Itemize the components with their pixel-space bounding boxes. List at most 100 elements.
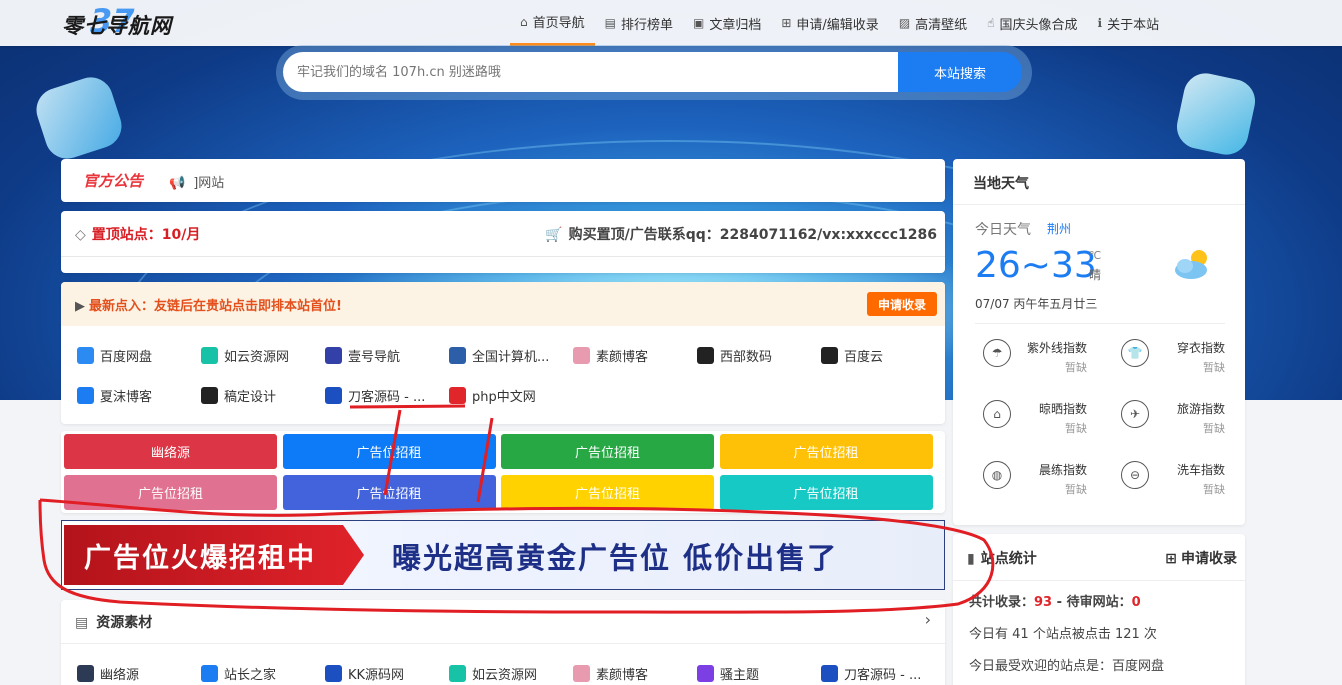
apply-button[interactable]: 申请收录 bbox=[866, 292, 937, 316]
home-icon: ⌂ bbox=[520, 14, 528, 29]
resource-link[interactable]: 骚主题 bbox=[697, 664, 759, 683]
stats-apply-link[interactable]: ⊞ 申请收录 bbox=[1165, 548, 1237, 568]
search-box: 本站搜索 bbox=[276, 45, 1032, 100]
ad-contact[interactable]: 🛒 购买置顶/广告联系qq：2284071162/vx:xxxccc1286 bbox=[545, 224, 937, 244]
resource-link[interactable]: 站长之家 bbox=[201, 664, 276, 683]
weather-index: ✈ 旅游指数 暂缺 bbox=[1113, 386, 1225, 440]
site-link[interactable]: 全国计算机... bbox=[449, 346, 549, 365]
notice-tag: 官方公告 bbox=[83, 172, 144, 190]
resource-link[interactable]: 刀客源码 - ... bbox=[821, 664, 921, 683]
tool-illustration bbox=[1172, 69, 1260, 159]
latest-hint-bar: ▶ 最新点入：友链后在贵站点击即排本站首位! 申请收录 bbox=[61, 282, 945, 326]
nav-item[interactable]: ▤ 排行榜单 bbox=[595, 0, 683, 46]
resource-link[interactable]: 素颜博客 bbox=[573, 664, 648, 683]
divider bbox=[61, 256, 945, 257]
folder-illustration bbox=[30, 71, 128, 165]
site-name: 西部数码 bbox=[720, 350, 773, 365]
popular-site[interactable]: 百度网盘 bbox=[1112, 659, 1164, 674]
latest-hint-text: 最新点入：友链后在贵站点击即排本站首位! bbox=[89, 299, 342, 314]
ad-slot[interactable]: 广告位招租 bbox=[282, 475, 496, 510]
nav-item[interactable]: ⊞ 申请/编辑收录 bbox=[771, 0, 888, 46]
nav-label: 文章归档 bbox=[709, 17, 762, 33]
top-sites-price: ◇ 置顶站点：10/月 bbox=[75, 224, 200, 244]
weather-condition: 晴 bbox=[1089, 268, 1102, 282]
notice-bar: 官方公告 📢]网站 bbox=[61, 159, 945, 202]
ad-slot[interactable]: 广告位招租 bbox=[501, 434, 714, 469]
ad-slot[interactable]: 幽络源 bbox=[64, 434, 277, 469]
site-name: 幽络源 bbox=[100, 668, 140, 683]
nav-label: 国庆头像合成 bbox=[999, 17, 1078, 33]
site-favicon-icon bbox=[449, 665, 466, 682]
weather-date: 07/07 丙午年五月廿三 bbox=[975, 297, 1098, 311]
index-name: 穿衣指数 bbox=[1176, 341, 1225, 355]
nav-item[interactable]: ▣ 文章归档 bbox=[683, 0, 771, 46]
resource-link[interactable]: 幽络源 bbox=[77, 664, 139, 683]
index-name: 紫外线指数 bbox=[1026, 341, 1087, 355]
weather-city[interactable]: 荆州 bbox=[1047, 220, 1071, 237]
sun-cloud-icon bbox=[1171, 245, 1215, 281]
index-value: 暂缺 bbox=[1203, 483, 1225, 496]
logo-text: 零七导航网 bbox=[62, 14, 172, 38]
nav-item[interactable]: ▨ 高清壁纸 bbox=[889, 0, 977, 46]
index-name: 洗车指数 bbox=[1176, 463, 1225, 477]
site-name: 稿定设计 bbox=[224, 390, 277, 405]
nav-item[interactable]: ☝ 国庆头像合成 bbox=[977, 0, 1087, 46]
resource-link[interactable]: 如云资源网 bbox=[449, 664, 537, 683]
ad-slot[interactable]: 广告位招租 bbox=[719, 434, 933, 469]
site-favicon-icon bbox=[821, 347, 838, 364]
site-link[interactable]: php中文网 bbox=[449, 386, 536, 405]
site-favicon-icon bbox=[449, 387, 466, 404]
ad-slot[interactable]: 广告位招租 bbox=[282, 434, 496, 469]
plus-square-icon: ⊞ bbox=[781, 16, 792, 30]
search-input[interactable] bbox=[283, 52, 907, 92]
resource-link[interactable]: KK源码网 bbox=[325, 664, 404, 683]
index-value: 暂缺 bbox=[1203, 361, 1225, 374]
weather-today-label: 今日天气 bbox=[975, 222, 1031, 238]
site-link[interactable]: 刀客源码 - ... bbox=[325, 386, 425, 405]
site-name: 夏沫博客 bbox=[100, 390, 153, 405]
index-value: 暂缺 bbox=[1203, 422, 1225, 435]
site-link[interactable]: 稿定设计 bbox=[201, 386, 276, 405]
site-name: KK源码网 bbox=[348, 668, 405, 683]
ad-slot[interactable]: 广告位招租 bbox=[719, 475, 933, 510]
ad-slot[interactable]: 广告位招租 bbox=[64, 475, 277, 510]
pending-count: 0 bbox=[1131, 595, 1141, 610]
separator: - bbox=[1052, 595, 1067, 610]
top-sites-label: 置顶站点：10/月 bbox=[91, 227, 201, 243]
site-name: 如云资源网 bbox=[472, 668, 538, 683]
nav-item[interactable]: ⌂ 首页导航 bbox=[510, 0, 595, 46]
today-pre: 今日有 bbox=[969, 627, 1013, 642]
site-name: 百度网盘 bbox=[100, 350, 153, 365]
today-mid: 个站点被点击 bbox=[1028, 627, 1115, 642]
notice-message: ]网站 bbox=[193, 176, 225, 191]
search-button[interactable]: 本站搜索 bbox=[898, 52, 1022, 92]
site-link[interactable]: 壹号导航 bbox=[325, 346, 400, 365]
site-favicon-icon bbox=[77, 665, 94, 682]
info-icon: ℹ bbox=[1097, 16, 1103, 30]
stats-apply-text: 申请收录 bbox=[1181, 551, 1237, 567]
site-link[interactable]: 如云资源网 bbox=[201, 346, 289, 365]
site-favicon-icon bbox=[77, 347, 94, 364]
image-icon: ▨ bbox=[898, 16, 911, 30]
site-link[interactable]: 夏沫博客 bbox=[77, 386, 152, 405]
divider bbox=[953, 204, 1245, 205]
divider bbox=[953, 580, 1245, 581]
site-logo[interactable]: 37 零七导航网 bbox=[62, 2, 202, 40]
site-favicon-icon bbox=[77, 387, 94, 404]
site-link[interactable]: 百度云 bbox=[821, 346, 883, 365]
nav-item[interactable]: ℹ 关于本站 bbox=[1088, 0, 1170, 46]
divider bbox=[975, 323, 1225, 324]
nav-label: 关于本站 bbox=[1107, 17, 1160, 33]
ad-banner[interactable]: 广告位火爆招租中 曝光超高黄金广告位 低价出售了 bbox=[61, 520, 945, 590]
latest-sites-card: ▶ 最新点入：友链后在贵站点击即排本站首位! 申请收录 百度网盘 如云资源网 壹号导航… bbox=[61, 282, 945, 424]
ad-slot[interactable]: 广告位招租 bbox=[501, 475, 714, 510]
site-link[interactable]: 素颜博客 bbox=[573, 346, 648, 365]
site-link[interactable]: 西部数码 bbox=[697, 346, 772, 365]
site-name: 刀客源码 - ... bbox=[844, 668, 922, 683]
index-name: 旅游指数 bbox=[1176, 402, 1225, 416]
index-value: 暂缺 bbox=[1065, 361, 1087, 374]
weather-index: ⊖ 洗车指数 暂缺 bbox=[1113, 447, 1225, 501]
site-link[interactable]: 百度网盘 bbox=[77, 346, 152, 365]
ad-contact-text: 购买置顶/广告联系qq：2284071162/vx:xxxccc1286 bbox=[568, 227, 937, 243]
chevron-right-icon[interactable]: › bbox=[925, 610, 931, 629]
